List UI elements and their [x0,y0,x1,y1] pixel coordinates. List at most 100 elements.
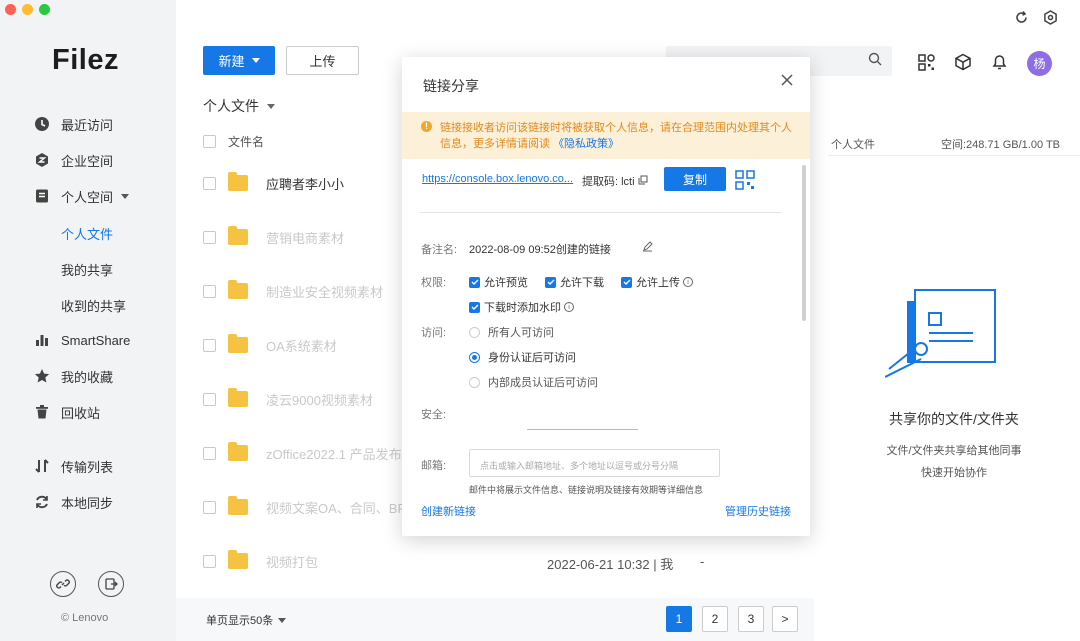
row-checkbox[interactable] [203,230,216,244]
chevron-down-icon[interactable] [121,193,130,199]
sidebar-item-label: SmartShare [61,332,131,348]
breadcrumb[interactable]: 个人文件 [203,96,275,116]
sidebar-item-trash[interactable]: 回收站 [34,400,100,424]
file-name[interactable]: 制造业安全视频素材 [266,282,383,301]
page-button-2[interactable]: 2 [702,606,728,632]
radio-button[interactable] [469,376,480,388]
row-checkbox[interactable] [203,176,216,190]
share-link-url[interactable]: https://console.box.lenovo.co... [422,173,573,185]
transfer-icon [34,458,50,474]
minimize-window-button[interactable] [22,4,33,15]
file-name[interactable]: 凌云9000视频素材 [266,390,373,409]
list-item[interactable]: OA系统素材 [203,333,337,357]
copy-button[interactable]: 复制 [664,167,726,191]
info-icon[interactable]: i [564,302,574,312]
access-option-internal[interactable]: 内部成员认证后可访问 [469,374,598,390]
warning-icon: ! [421,121,432,132]
row-checkbox[interactable] [203,338,216,352]
checkbox-checked[interactable] [621,276,632,288]
access-option-everyone[interactable]: 所有人可访问 [469,324,554,340]
info-panel-location: 个人文件 [831,139,875,151]
file-name[interactable]: 营销电商素材 [266,228,344,247]
permission-watermark-label: 下载时添加水印 [484,302,561,314]
folder-icon [228,334,248,353]
next-page-button[interactable]: > [772,606,798,632]
app-logo: Filez [52,44,119,76]
sidebar-subitem-received-shares[interactable]: 收到的共享 [61,296,126,315]
settings-icon[interactable] [1043,10,1058,28]
sidebar-item-local-sync[interactable]: 本地同步 [34,490,113,514]
new-button-label: 新建 [218,54,245,69]
checkbox-checked[interactable] [469,276,480,288]
upload-button[interactable]: 上传 [286,46,359,75]
row-checkbox[interactable] [203,500,216,514]
sidebar-item-favorites[interactable]: 我的收藏 [34,364,113,388]
bell-icon[interactable] [991,53,1008,74]
sidebar-subitem-my-shares[interactable]: 我的共享 [61,260,113,279]
new-button[interactable]: 新建 [203,46,275,75]
page-size-select[interactable]: 单页显示50条 [206,612,287,628]
list-item[interactable]: 制造业安全视频素材 [203,279,383,303]
close-window-button[interactable] [5,4,16,15]
list-item[interactable]: 应聘者李小小 [203,171,344,195]
manage-history-links-button[interactable]: 管理历史链接 [725,503,791,519]
page-button-1[interactable]: 1 [666,606,692,632]
checkbox-checked[interactable] [545,276,556,288]
export-icon[interactable] [98,571,124,597]
sync-icon [34,494,50,510]
list-item[interactable]: 凌云9000视频素材 [203,387,373,411]
list-item[interactable]: zOffice2022.1 产品发布 [203,441,402,465]
column-header-name[interactable]: 文件名 [228,133,264,150]
qr-code-icon[interactable] [735,170,755,193]
file-name[interactable]: 视频文案OA、合同、BPM [266,498,417,517]
apps-grid-icon[interactable] [918,53,935,74]
sidebar-item-recent[interactable]: 最近访问 [34,112,113,136]
maximize-window-button[interactable] [39,4,50,15]
security-field[interactable] [527,429,638,430]
access-option-authenticated[interactable]: 身份认证后可访问 [469,349,576,365]
permission-upload[interactable]: 允许上传 i [621,274,693,290]
create-new-link-button[interactable]: 创建新链接 [421,503,476,519]
list-item[interactable]: 视频打包 [203,549,318,573]
permission-preview[interactable]: 允许预览 [469,274,528,290]
page-button-3[interactable]: 3 [738,606,764,632]
file-name[interactable]: 应聘者李小小 [266,174,344,193]
row-checkbox[interactable] [203,554,216,568]
copy-small-icon[interactable] [638,175,648,188]
close-icon[interactable] [780,73,794,87]
dialog-scrollbar[interactable] [802,165,806,321]
sidebar-subitem-personal-files[interactable]: 个人文件 [61,224,113,243]
avatar[interactable]: 杨 [1027,51,1052,76]
sidebar-item-enterprise[interactable]: 企业空间 [34,148,113,172]
folder-icon [228,388,248,407]
copyright-text: © Lenovo [61,612,109,624]
link-icon[interactable] [50,571,76,597]
row-checkbox[interactable] [203,446,216,460]
refresh-icon[interactable] [1014,10,1029,28]
folder-icon [228,550,248,569]
edit-icon[interactable] [642,240,653,255]
sidebar-item-smartshare[interactable]: SmartShare [34,328,130,352]
permission-download[interactable]: 允许下载 [545,274,604,290]
sidebar-item-transfer[interactable]: 传输列表 [34,454,113,478]
row-checkbox[interactable] [203,392,216,406]
radio-button[interactable] [469,326,480,338]
select-all-checkbox[interactable] [203,135,216,148]
box-icon[interactable] [954,53,972,74]
email-field[interactable]: 点击或输入邮箱地址、多个地址以逗号或分号分隔 [469,449,720,477]
list-item[interactable]: 视频文案OA、合同、BPM [203,495,417,519]
file-name[interactable]: 视频打包 [266,552,318,571]
radio-button-selected[interactable] [469,351,480,363]
checkbox-checked[interactable] [469,301,480,313]
sidebar-bottom-actions [50,571,124,597]
remark-label: 备注名: [421,244,458,256]
file-name[interactable]: zOffice2022.1 产品发布 [266,444,402,463]
permission-watermark[interactable]: 下载时添加水印 i [469,299,574,315]
sidebar-item-personal-space[interactable]: 个人空间 [34,184,130,208]
info-icon[interactable]: i [683,277,693,287]
privacy-policy-link[interactable]: 《隐私政策》 [553,138,619,150]
file-name[interactable]: OA系统素材 [266,336,337,355]
search-icon[interactable] [868,52,882,69]
row-checkbox[interactable] [203,284,216,298]
list-item[interactable]: 营销电商素材 [203,225,344,249]
